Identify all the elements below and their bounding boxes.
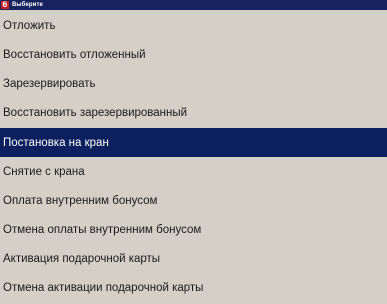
menu-item-restore-reserved[interactable]: Восстановить зарезервированный bbox=[0, 99, 387, 127]
title-bar: б Выберите bbox=[0, 0, 387, 10]
selection-dialog: б Выберите Отложить Восстановить отложен… bbox=[0, 0, 387, 304]
window-title: Выберите bbox=[12, 2, 43, 8]
menu-item-cancel-gift-card-activation[interactable]: Отмена активации подарочной карты bbox=[0, 274, 387, 302]
menu-item-cancel-internal-bonus[interactable]: Отмена оплаты внутренним бонусом bbox=[0, 216, 387, 244]
menu-item-restore-postponed[interactable]: Восстановить отложенный bbox=[0, 41, 387, 69]
menu-item-pay-internal-bonus[interactable]: Оплата внутренним бонусом bbox=[0, 187, 387, 215]
menu-item-set-on-pump[interactable]: Постановка на кран bbox=[0, 128, 387, 157]
app-icon: б bbox=[1, 1, 9, 9]
menu-item-postpone[interactable]: Отложить bbox=[0, 12, 387, 40]
menu-item-activate-gift-card[interactable]: Активация подарочной карты bbox=[0, 245, 387, 273]
menu-item-remove-from-pump[interactable]: Снятие с крана bbox=[0, 158, 387, 186]
menu-item-reserve[interactable]: Зарезервировать bbox=[0, 70, 387, 98]
operation-menu: Отложить Восстановить отложенный Зарезер… bbox=[0, 10, 387, 304]
